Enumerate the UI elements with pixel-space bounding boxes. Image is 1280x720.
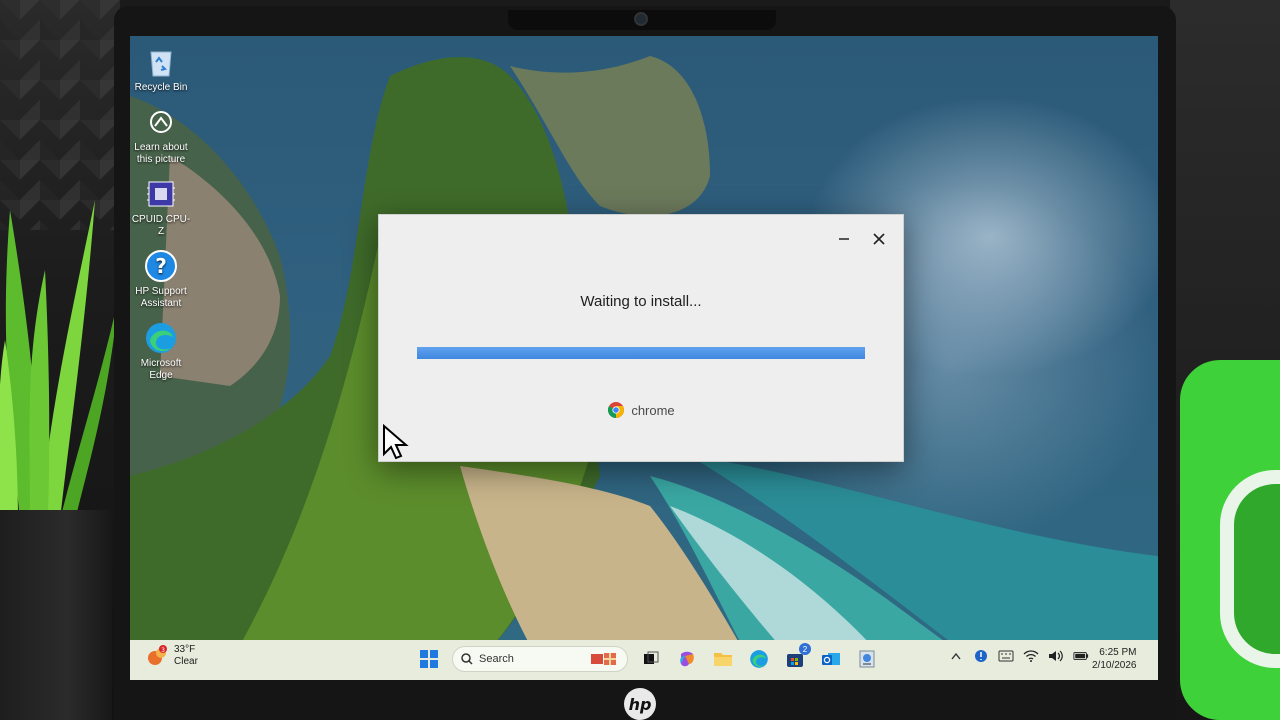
wifi-tray-button[interactable] xyxy=(1023,648,1039,664)
show-hidden-icons-button[interactable] xyxy=(948,648,964,664)
speaker-icon xyxy=(1049,650,1063,662)
hp-logo: hp xyxy=(624,688,656,720)
search-placeholder: Search xyxy=(479,653,514,665)
taskbar: 3 33°F Clear Search 2 6:25 PM 2/10/2026 xyxy=(130,640,1158,680)
weather-text: 33°F Clear xyxy=(174,644,198,668)
keyboard-icon xyxy=(998,650,1014,662)
installer-icon xyxy=(859,650,875,668)
battery-icon xyxy=(1073,652,1089,660)
install-progress-fill xyxy=(417,347,865,359)
weather-icon: 3 xyxy=(148,645,167,665)
wifi-icon xyxy=(1023,650,1039,662)
chrome-installer-dialog: Waiting to install... chrome xyxy=(378,214,904,462)
task-view-icon xyxy=(644,651,659,664)
svg-text:?: ? xyxy=(155,254,167,278)
camera-icon xyxy=(143,104,179,140)
system-tray xyxy=(948,648,1089,664)
edge-taskbar-button[interactable] xyxy=(746,646,772,672)
desktop-icon-hp-support[interactable]: ? HP Support Assistant xyxy=(130,248,192,310)
chrome-brand-label: chrome xyxy=(631,402,675,418)
copilot-button[interactable] xyxy=(674,646,700,672)
installer-taskbar-button[interactable] xyxy=(854,646,880,672)
background-right xyxy=(1170,0,1280,720)
windows-icon xyxy=(420,650,438,668)
battery-tray-button[interactable] xyxy=(1073,648,1089,664)
weather-condition: Clear xyxy=(174,656,198,667)
plant-pot xyxy=(0,510,112,720)
background-left xyxy=(0,0,120,720)
cpu-z-icon xyxy=(143,176,179,212)
start-button[interactable] xyxy=(416,646,442,672)
install-status: Waiting to install... xyxy=(580,293,702,310)
desktop-icon-recycle-bin[interactable]: Recycle Bin xyxy=(130,44,192,94)
clock-date: 2/10/2026 xyxy=(1092,660,1137,671)
desktop-icon-label: HP Support Assistant xyxy=(135,286,187,309)
outlook-button[interactable] xyxy=(818,646,844,672)
svg-text:3: 3 xyxy=(161,647,165,654)
search-icon xyxy=(461,653,473,665)
webcam-icon xyxy=(634,12,648,26)
clock-time: 6:25 PM xyxy=(1099,647,1137,658)
outlook-icon xyxy=(822,653,840,665)
install-progress-bar xyxy=(417,347,865,359)
task-view-button[interactable] xyxy=(638,646,664,672)
help-icon: ? xyxy=(143,248,179,284)
plant xyxy=(0,200,118,520)
desktop-icon-label: Learn about this picture xyxy=(134,142,188,165)
chrome-brand: chrome xyxy=(379,401,903,419)
desktop-icon-label: Microsoft Edge xyxy=(140,358,182,381)
taskbar-search[interactable]: Search xyxy=(452,646,628,672)
close-icon xyxy=(873,233,885,245)
desktop-icon-learn-about-picture[interactable]: Learn about this picture xyxy=(130,104,192,166)
store-button[interactable]: 2 xyxy=(782,643,811,672)
chrome-logo-icon xyxy=(608,402,625,418)
desktop-icon-edge[interactable]: Microsoft Edge xyxy=(130,320,192,382)
close-button[interactable] xyxy=(866,227,892,251)
minimize-button[interactable] xyxy=(831,227,857,251)
desktop-icon-cpu-z[interactable]: CPUID CPU-Z xyxy=(130,176,192,238)
search-highlight-icon xyxy=(591,653,616,665)
volume-tray-button[interactable] xyxy=(1048,648,1064,664)
weather-temperature: 33°F xyxy=(174,644,196,655)
desktop-icon-label: CPUID CPU-Z xyxy=(131,214,191,237)
green-object xyxy=(1180,360,1280,720)
mouse-cursor-icon xyxy=(383,424,409,460)
desktop-icon-label: Recycle Bin xyxy=(134,82,188,93)
edge-icon xyxy=(143,320,179,356)
desktop-icons: Recycle Bin Learn about this picture CPU… xyxy=(130,44,192,392)
edge-icon xyxy=(750,650,768,668)
chevron-up-icon xyxy=(951,652,961,660)
security-tray-button[interactable] xyxy=(973,648,989,664)
copilot-icon xyxy=(680,651,694,667)
shield-icon xyxy=(975,650,987,662)
weather-widget[interactable]: 3 33°F Clear xyxy=(146,644,198,668)
taskbar-clock[interactable]: 6:25 PM 2/10/2026 xyxy=(1092,646,1137,672)
folder-icon xyxy=(714,653,732,666)
notification-badge: 2 xyxy=(799,643,811,655)
recycle-bin-icon xyxy=(143,44,179,80)
minimize-icon xyxy=(839,238,849,240)
file-explorer-button[interactable] xyxy=(710,646,736,672)
keyboard-tray-button[interactable] xyxy=(998,648,1014,664)
taskbar-apps: Search 2 xyxy=(416,643,880,672)
